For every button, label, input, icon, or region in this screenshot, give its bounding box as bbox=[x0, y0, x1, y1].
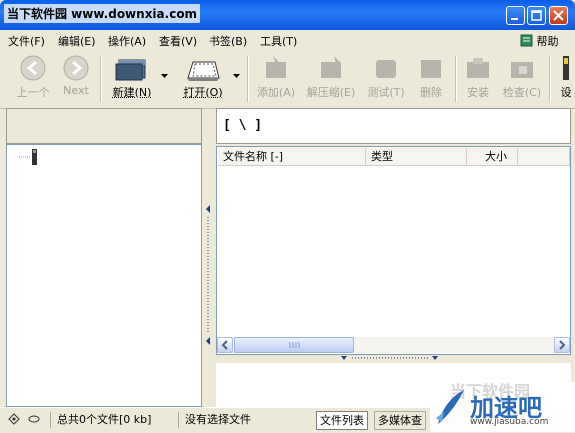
next-button[interactable]: Next bbox=[58, 54, 94, 97]
new-label: 新建(N) bbox=[108, 84, 156, 100]
new-button[interactable]: 新建(N) bbox=[108, 54, 156, 100]
install-button[interactable]: 安装 bbox=[460, 54, 496, 100]
test-button[interactable]: 测试(T) bbox=[364, 54, 408, 100]
settings-label: 设 bbox=[558, 84, 574, 100]
scroll-right-button[interactable] bbox=[554, 337, 570, 353]
extract-label: 解压缩(E) bbox=[304, 84, 358, 100]
folder-tree[interactable] bbox=[6, 144, 202, 407]
folder-tree-header bbox=[6, 108, 202, 144]
toolbar-separator bbox=[455, 56, 457, 102]
menu-bookmarks[interactable]: 书签(B) bbox=[209, 33, 247, 49]
install-icon bbox=[463, 54, 493, 82]
delete-button[interactable]: 删除 bbox=[411, 54, 451, 100]
pane-splitter[interactable] bbox=[204, 205, 212, 345]
expand-icon[interactable] bbox=[8, 413, 20, 425]
collapse-icon[interactable] bbox=[28, 413, 40, 425]
maximize-button[interactable] bbox=[527, 6, 546, 25]
menu-action[interactable]: 操作(A) bbox=[108, 33, 146, 49]
test-archive-icon bbox=[371, 54, 401, 82]
status-total: 总共0个文件[0 kb] bbox=[50, 412, 178, 428]
menu-bar: 文件(F) 编辑(E) 操作(A) 查看(V) 书签(B) 工具(T) 帮助(H… bbox=[0, 30, 575, 50]
extract-archive-icon bbox=[316, 54, 346, 82]
open-button[interactable]: 打开(O) bbox=[178, 54, 228, 100]
prev-label: 上一个 bbox=[10, 84, 56, 100]
scroll-right-icon bbox=[555, 338, 569, 352]
toolbar-separator bbox=[100, 56, 102, 102]
maximize-icon bbox=[528, 7, 545, 24]
check-label: 检查(C) bbox=[500, 84, 544, 100]
open-folder-icon bbox=[185, 54, 221, 82]
add-button[interactable]: 添加(A) bbox=[254, 54, 298, 100]
preview-splitter[interactable] bbox=[340, 355, 440, 363]
next-label: Next bbox=[58, 84, 94, 97]
close-icon bbox=[550, 7, 567, 24]
file-list[interactable]: 文件名称 [-] 类型 大小 bbox=[216, 146, 571, 355]
tab-file-list[interactable]: 文件列表 bbox=[316, 411, 368, 430]
status-selection: 没有选择文件 bbox=[178, 412, 308, 428]
title-bar[interactable]: 当下软件园 www.downxia.com bbox=[0, 0, 575, 30]
horizontal-scrollbar[interactable] bbox=[217, 337, 570, 353]
extract-button[interactable]: 解压缩(E) bbox=[304, 54, 358, 100]
scrollbar-thumb[interactable] bbox=[234, 337, 354, 353]
column-header-size[interactable]: 大小 bbox=[467, 148, 518, 166]
corner-watermark: 当下软件园 加速吧 www.jiasuba.com bbox=[430, 382, 575, 432]
delete-label: 删除 bbox=[411, 84, 451, 100]
column-header-name[interactable]: 文件名称 [-] bbox=[218, 148, 366, 166]
toolbar-separator bbox=[549, 56, 551, 102]
add-label: 添加(A) bbox=[254, 84, 298, 100]
scroll-left-icon bbox=[218, 338, 232, 352]
menu-tools[interactable]: 工具(T) bbox=[260, 33, 297, 49]
rocket-logo-icon bbox=[432, 388, 466, 428]
menu-file[interactable]: 文件(F) bbox=[8, 33, 45, 49]
open-dropdown-icon[interactable] bbox=[233, 74, 241, 80]
settings-button[interactable]: 设 bbox=[558, 54, 574, 100]
current-path: [ \ ] bbox=[223, 118, 262, 133]
new-dropdown-icon[interactable] bbox=[161, 74, 169, 80]
new-archive-icon bbox=[115, 54, 149, 82]
arrow-left-icon bbox=[19, 54, 47, 82]
path-bar: [ \ ] bbox=[216, 108, 571, 144]
install-label: 安装 bbox=[460, 84, 496, 100]
test-label: 测试(T) bbox=[364, 84, 408, 100]
help-book-icon bbox=[520, 34, 533, 47]
close-button[interactable] bbox=[549, 6, 568, 25]
check-icon bbox=[507, 54, 537, 82]
tab-multimedia[interactable]: 多媒体查 bbox=[374, 411, 426, 430]
arrow-right-icon bbox=[62, 54, 90, 82]
column-header-blank bbox=[518, 148, 570, 166]
column-header-type[interactable]: 类型 bbox=[366, 148, 467, 166]
delete-archive-icon bbox=[416, 54, 446, 82]
watermark-title: 当下软件园 www.downxia.com bbox=[4, 4, 200, 23]
add-archive-icon bbox=[261, 54, 291, 82]
open-label: 打开(O) bbox=[178, 84, 228, 100]
check-button[interactable]: 检查(C) bbox=[500, 54, 544, 100]
menu-view[interactable]: 查看(V) bbox=[159, 33, 197, 49]
settings-icon bbox=[559, 54, 573, 82]
prev-button[interactable]: 上一个 bbox=[10, 54, 56, 100]
minimize-button[interactable] bbox=[506, 6, 525, 25]
toolbar-separator bbox=[247, 56, 249, 102]
watermark-url: www.jiasuba.com bbox=[470, 417, 548, 427]
grip-icon bbox=[235, 338, 353, 352]
scroll-left-button[interactable] bbox=[217, 337, 233, 353]
toolbar: 上一个 Next 新建(N) 打开(O) 添加(A) 解压缩(E) 测试(T) … bbox=[0, 50, 575, 109]
menu-edit[interactable]: 编辑(E) bbox=[58, 33, 96, 49]
tree-root-node[interactable] bbox=[15, 147, 55, 167]
minimize-icon bbox=[507, 7, 524, 24]
